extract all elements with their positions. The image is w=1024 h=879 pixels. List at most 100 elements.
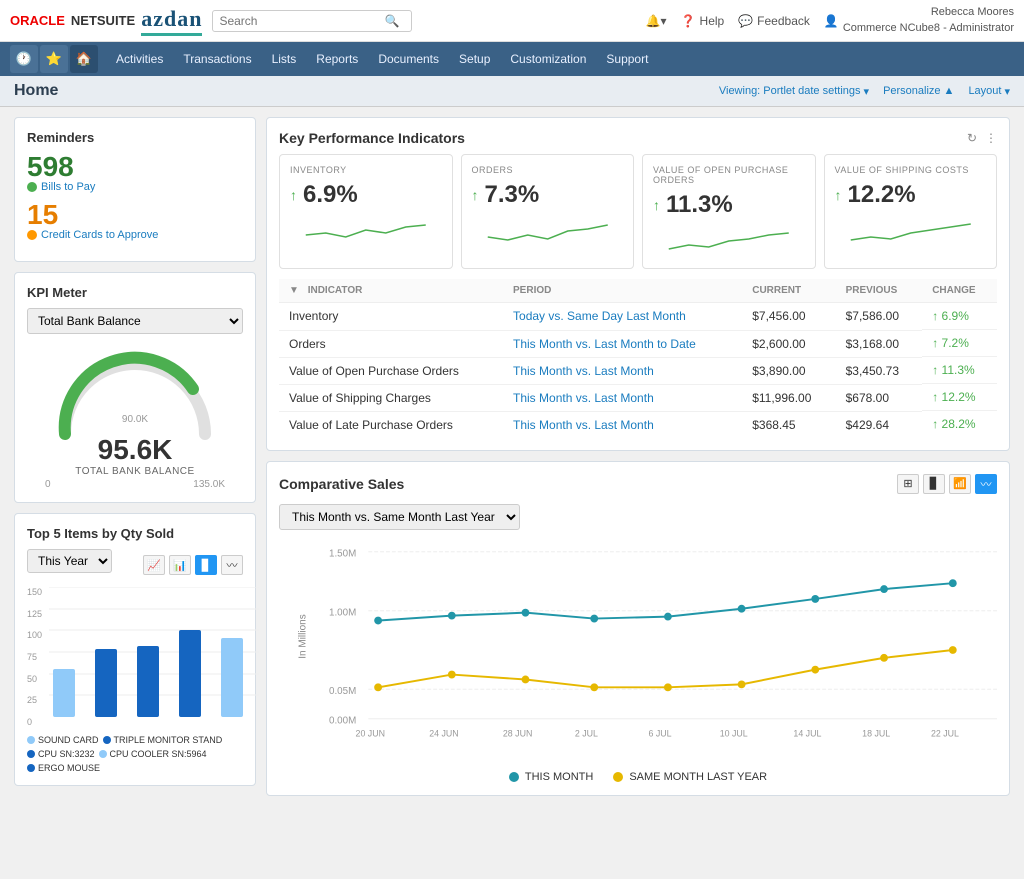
kpi-tile-po-value: ↑ 11.3% [653,191,805,219]
notifications[interactable]: 🔔▾ [646,14,667,28]
row-period-4[interactable]: This Month vs. Last Month [503,411,742,438]
row-previous-4: $429.64 [836,411,923,438]
nav-setup[interactable]: Setup [449,46,500,72]
legend-label-same-month: SAME MONTH LAST YEAR [629,771,767,783]
top5-period-select[interactable]: This Year [27,549,112,573]
legend-dot-sound-card [27,736,35,744]
bills-reminder: 598 Bills to Pay [27,153,243,193]
row-current-2: $3,890.00 [742,357,835,384]
row-current-3: $11,996.00 [742,384,835,411]
comp-title: Comparative Sales [279,476,404,492]
gauge-mid-label: 90.0K [122,414,148,425]
orders-arrow: ↑ [472,187,479,203]
kpi-more-icon[interactable]: ⋮ [985,131,997,145]
row-change-3: ↑ 12.2% [922,384,997,411]
row-previous-1: $3,168.00 [836,330,923,357]
svg-text:20 JUN: 20 JUN [356,728,385,738]
nav-lists[interactable]: Lists [262,46,307,72]
gauge-container: 90.0K 95.6K TOTAL BANK BALANCE 0 135.0K [27,344,243,490]
table-row: Inventory Today vs. Same Day Last Month … [279,303,997,331]
gauge-value: 95.6K [98,434,173,466]
col-indicator: ▼ INDICATOR [279,279,503,303]
credit-cards-link[interactable]: Credit Cards to Approve [27,229,243,241]
kpi-tile-shipping-value: ↑ 12.2% [835,181,987,209]
kpi-title: Key Performance Indicators [279,130,465,146]
search-input[interactable] [219,14,379,28]
nav-transactions[interactable]: Transactions [173,46,261,72]
nav-documents[interactable]: Documents [368,46,449,72]
row-current-4: $368.45 [742,411,835,438]
legend-ergo-mouse: ERGO MOUSE [27,763,100,773]
kpi-meter-card: KPI Meter Total Bank Balance 90.0K 95.6K… [14,272,256,503]
legend-same-month-last-year: SAME MONTH LAST YEAR [613,771,767,783]
azdan-logo: azdan [141,6,202,36]
bills-dot [27,182,37,192]
kpi-meter-title: KPI Meter [27,285,243,300]
comp-line-icon[interactable]: 〰 [975,474,997,494]
reminders-card: Reminders 598 Bills to Pay 15 Credit Car… [14,117,256,262]
nav-activities[interactable]: Activities [106,46,173,72]
credit-cards-reminder: 15 Credit Cards to Approve [27,201,243,241]
favorites-icon[interactable]: ⭐ [40,45,68,73]
viewing-settings[interactable]: Viewing: Portlet date settings ▾ [719,85,869,98]
row-previous-2: $3,450.73 [836,357,923,384]
svg-text:1.00M: 1.00M [329,607,356,618]
kpi-tile-inventory-value: ↑ 6.9% [290,181,442,209]
chart-legend: SOUND CARD TRIPLE MONITOR STAND CPU SN:3… [27,735,243,773]
home-icon[interactable]: 🏠 [70,45,98,73]
reminders-title: Reminders [27,130,243,145]
history-icon[interactable]: 🕐 [10,45,38,73]
logo-area: ORACLE NETSUITE azdan [10,6,202,36]
kpi-tiles: INVENTORY ↑ 6.9% ORDERS ↑ 7. [279,154,997,269]
shipping-arrow: ↑ [835,187,842,203]
comp-table-icon[interactable]: ⊞ [897,474,919,494]
layout-button[interactable]: Layout ▾ [968,85,1010,98]
feedback-button[interactable]: 💬 Feedback [738,14,810,28]
bills-label: Bills to Pay [41,181,95,193]
chart-type-icons: 📈 📊 ▊ 〰 [143,555,243,575]
bar-chart-icon[interactable]: 📊 [169,555,191,575]
row-indicator-0: Inventory [279,303,503,331]
top-bar: ORACLE NETSUITE azdan 🔍 🔔▾ ❓ Help 💬 Feed… [0,0,1024,42]
legend-dot-cpu-cooler [99,750,107,758]
collapse-icon[interactable]: ▼ [289,285,299,296]
svg-text:6 JUL: 6 JUL [649,728,672,738]
comp-bar-icon[interactable]: ▊ [923,474,945,494]
help-button[interactable]: ❓ Help [681,14,725,28]
kpi-refresh-icon[interactable]: ↻ [967,131,977,145]
row-period-1[interactable]: This Month vs. Last Month to Date [503,330,742,357]
kpi-meter-select[interactable]: Total Bank Balance [27,308,243,334]
line-chart-icon[interactable]: 📈 [143,555,165,575]
row-previous-3: $678.00 [836,384,923,411]
kpi-tile-purchase-orders[interactable]: VALUE OF OPEN PURCHASE ORDERS ↑ 11.3% [642,154,816,269]
kpi-tile-orders[interactable]: ORDERS ↑ 7.3% [461,154,635,269]
legend-label-this-month: THIS MONTH [525,771,593,783]
bills-link[interactable]: Bills to Pay [27,181,243,193]
row-period-3[interactable]: This Month vs. Last Month [503,384,742,411]
svg-text:0.00M: 0.00M [329,715,356,726]
comp-column-icon[interactable]: 📶 [949,474,971,494]
area-chart-icon[interactable]: 〰 [221,555,243,575]
nav-reports[interactable]: Reports [306,46,368,72]
kpi-tile-inventory[interactable]: INVENTORY ↑ 6.9% [279,154,453,269]
inventory-arrow: ↑ [290,187,297,203]
comp-period-select[interactable]: This Month vs. Same Month Last Year [279,504,520,530]
personalize-button[interactable]: Personalize ▲ [883,85,954,97]
svg-text:22 JUL: 22 JUL [931,728,959,738]
legend-triple-monitor: TRIPLE MONITOR STAND [103,735,223,745]
row-period-0[interactable]: Today vs. Same Day Last Month [503,303,742,331]
kpi-table: ▼ INDICATOR PERIOD CURRENT PREVIOUS CHAN… [279,279,997,438]
main-content: Reminders 598 Bills to Pay 15 Credit Car… [0,107,1024,806]
svg-text:24 JUN: 24 JUN [429,728,458,738]
col-previous: PREVIOUS [836,279,923,303]
row-change-1: ↑ 7.2% [922,330,997,357]
nav-support[interactable]: Support [596,46,658,72]
row-period-2[interactable]: This Month vs. Last Month [503,357,742,384]
page-header: Home Viewing: Portlet date settings ▾ Pe… [0,76,1024,107]
kpi-tile-shipping[interactable]: VALUE OF SHIPPING COSTS ↑ 12.2% [824,154,998,269]
comp-controls: ⊞ ▊ 📶 〰 [897,474,997,494]
user-menu[interactable]: 👤 Rebecca Moores Commerce NCube8 - Admin… [824,5,1014,36]
search-box[interactable]: 🔍 [212,10,412,32]
nav-customization[interactable]: Customization [500,46,596,72]
column-chart-icon[interactable]: ▊ [195,555,217,575]
